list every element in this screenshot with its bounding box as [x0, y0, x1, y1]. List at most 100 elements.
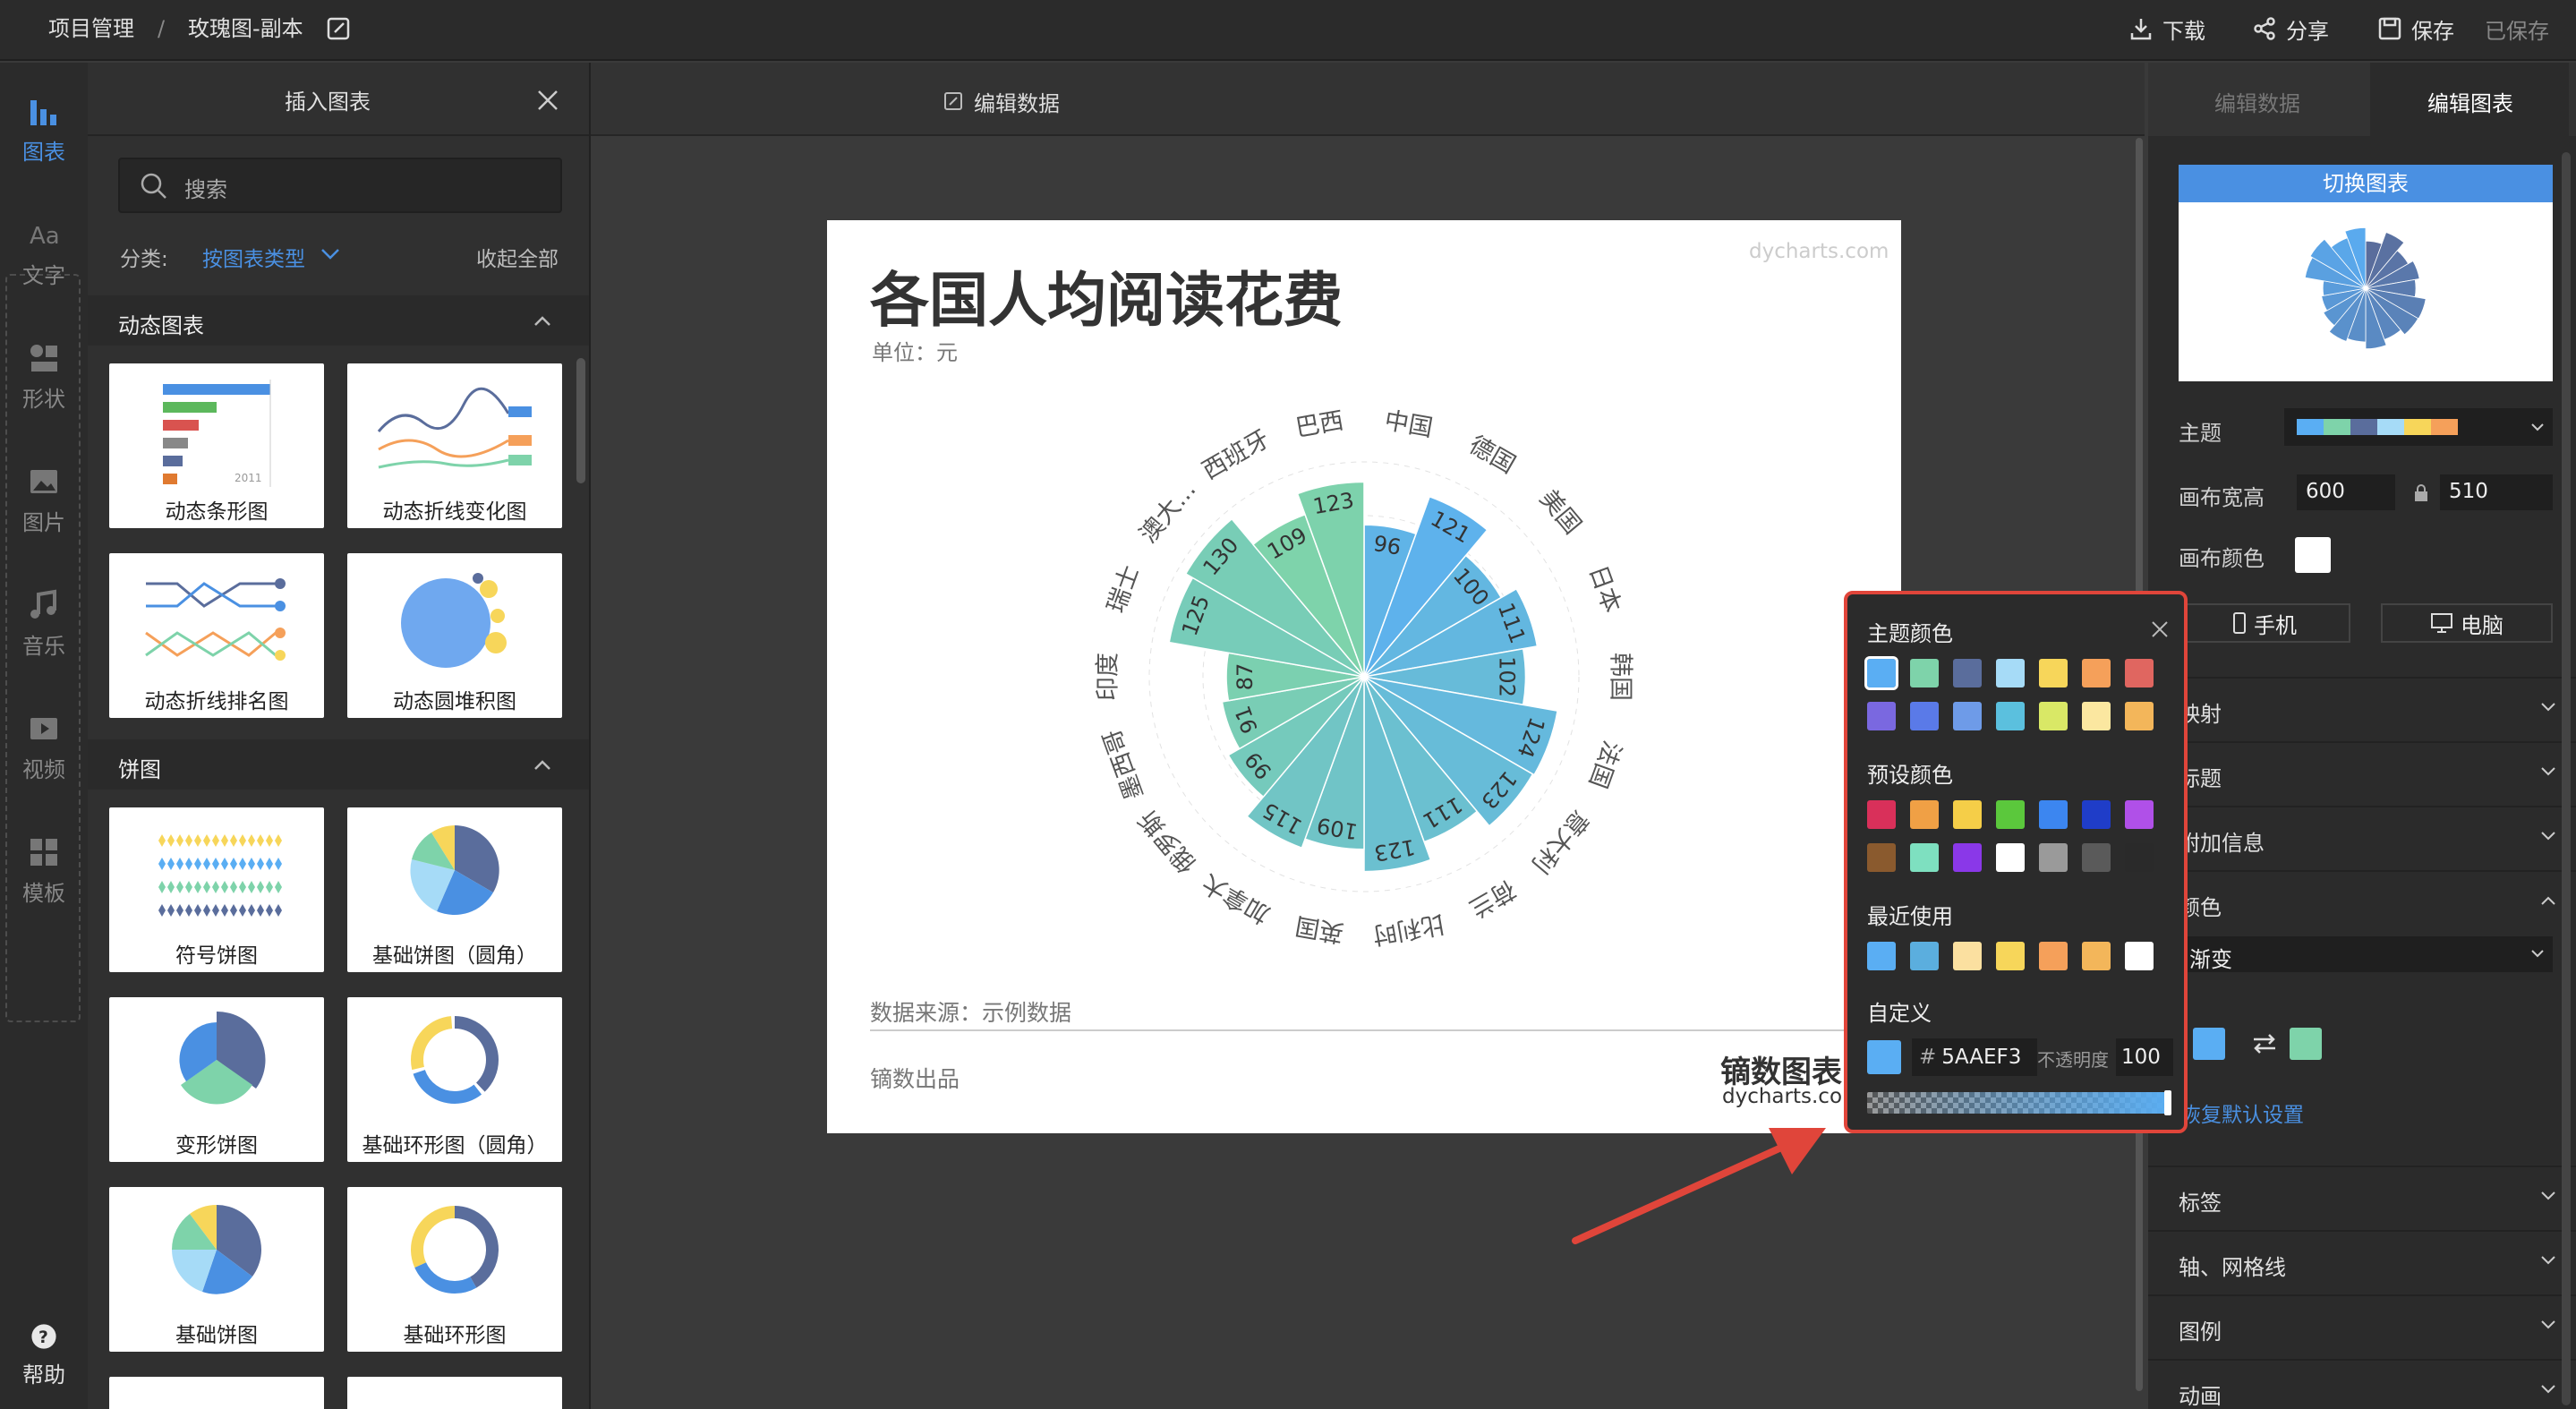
- preset-color-swatch[interactable]: [1867, 843, 1896, 872]
- preset-color-swatch[interactable]: [2039, 843, 2068, 872]
- theme-color-swatch[interactable]: [2039, 702, 2068, 730]
- tab-edit-data[interactable]: 编辑数据: [2214, 86, 2300, 117]
- theme-color-swatch[interactable]: [1910, 659, 1939, 687]
- preset-color-swatch[interactable]: [2039, 800, 2068, 829]
- switch-chart-preview[interactable]: 切换图表: [2179, 165, 2553, 381]
- theme-color-swatch[interactable]: [2039, 659, 2068, 687]
- chart-card-partial[interactable]: [347, 1377, 562, 1409]
- rail-item-music[interactable]: 音乐: [0, 573, 88, 671]
- preset-color-swatch[interactable]: [1953, 843, 1982, 872]
- preset-color-swatch[interactable]: [2125, 843, 2154, 872]
- chart-canvas[interactable]: 各国人均阅读花费 单位：元 dycharts.com 96 中国 121 德国 100 美…: [827, 220, 1901, 1133]
- recent-color-swatch[interactable]: [1996, 942, 2025, 970]
- section-animation[interactable]: 动画: [2148, 1361, 2576, 1409]
- canvas-height-input[interactable]: 510: [2440, 474, 2553, 510]
- save-button[interactable]: 保存: [2377, 13, 2454, 45]
- switch-chart-button[interactable]: 切换图表: [2179, 165, 2553, 202]
- section-labels[interactable]: 标签: [2148, 1167, 2576, 1232]
- breadcrumb-root[interactable]: 项目管理: [48, 13, 134, 45]
- chart-card-basic-pie[interactable]: 基础饼图: [109, 1187, 324, 1352]
- category-select[interactable]: 按图表类型: [202, 242, 305, 272]
- chart-title[interactable]: 各国人均阅读花费: [870, 252, 1343, 338]
- theme-color-swatch[interactable]: [2082, 659, 2111, 687]
- chart-footer[interactable]: 镝数出品: [870, 1062, 960, 1094]
- recent-color-swatch[interactable]: [2082, 942, 2111, 970]
- collapse-all-button[interactable]: 收起全部: [476, 242, 559, 272]
- chart-card-partial[interactable]: [109, 1377, 324, 1409]
- chart-source[interactable]: 数据来源：示例数据: [870, 995, 1071, 1028]
- theme-color-swatch[interactable]: [1864, 656, 1898, 690]
- theme-color-swatch[interactable]: [2125, 659, 2154, 687]
- recent-color-swatch[interactable]: [2125, 942, 2154, 970]
- opacity-slider[interactable]: [1867, 1090, 2171, 1115]
- rail-item-video[interactable]: 视频: [0, 696, 88, 795]
- preset-color-swatch[interactable]: [2125, 800, 2154, 829]
- share-button[interactable]: 分享: [2252, 13, 2329, 45]
- edit-name-icon[interactable]: [326, 16, 351, 41]
- chart-card-basic-pie-round[interactable]: 基础饼图（圆角）: [347, 807, 562, 972]
- hex-input[interactable]: #5AAEF3: [1912, 1038, 2037, 1076]
- recent-color-swatch[interactable]: [1867, 942, 1896, 970]
- rail-item-text[interactable]: Aa 文字: [0, 202, 88, 301]
- search-input[interactable]: 搜索: [184, 172, 227, 203]
- chart-card-deform-pie[interactable]: 变形饼图: [109, 997, 324, 1162]
- gradient-start-swatch[interactable]: [2193, 1028, 2225, 1060]
- reset-default-link[interactable]: 恢复默认设置: [2180, 1097, 2304, 1128]
- color-picker-popup[interactable]: 主题颜色 预设颜色 最近使用 自定义 #5AAEF3 不透明度 100: [1844, 591, 2188, 1133]
- chart-card-ring-round[interactable]: 基础环形图（圆角）: [347, 997, 562, 1162]
- theme-color-swatch[interactable]: [1910, 702, 1939, 730]
- theme-color-swatch[interactable]: [2125, 702, 2154, 730]
- theme-color-swatch[interactable]: [1996, 702, 2025, 730]
- preset-color-swatch[interactable]: [2082, 800, 2111, 829]
- preset-color-swatch[interactable]: [2082, 843, 2111, 872]
- canvas-color-swatch[interactable]: [2295, 537, 2331, 573]
- close-icon[interactable]: [2150, 619, 2170, 639]
- recent-color-swatch[interactable]: [2039, 942, 2068, 970]
- section-legend[interactable]: 图例: [2148, 1296, 2576, 1361]
- theme-color-swatch[interactable]: [2082, 702, 2111, 730]
- theme-color-swatch[interactable]: [1953, 659, 1982, 687]
- canvas-width-input[interactable]: 600: [2297, 474, 2395, 510]
- phone-button[interactable]: 手机: [2179, 603, 2350, 643]
- section-header-pie[interactable]: 饼图: [88, 739, 589, 790]
- rail-item-template[interactable]: 模板: [0, 820, 88, 918]
- theme-color-swatch[interactable]: [1953, 702, 1982, 730]
- chart-card-dynamic-line[interactable]: 动态折线变化图: [347, 363, 562, 528]
- preset-color-swatch[interactable]: [1996, 843, 2025, 872]
- section-header-dynamic[interactable]: 动态图表: [88, 295, 589, 346]
- section-mapping[interactable]: 映射: [2148, 679, 2576, 743]
- preset-color-swatch[interactable]: [1910, 843, 1939, 872]
- chart-card-symbol-pie[interactable]: 符号饼图: [109, 807, 324, 972]
- recent-color-swatch[interactable]: [1910, 942, 1939, 970]
- opacity-input[interactable]: 100: [2116, 1038, 2173, 1076]
- chart-card-basic-ring[interactable]: 基础环形图: [347, 1187, 562, 1352]
- preset-color-swatch[interactable]: [1996, 800, 2025, 829]
- chart-card-dynamic-rank[interactable]: 动态折线排名图: [109, 553, 324, 718]
- close-panel-icon[interactable]: [535, 88, 560, 113]
- preset-color-swatch[interactable]: [1867, 800, 1896, 829]
- help-button[interactable]: ? 帮助: [0, 1307, 88, 1405]
- custom-color-swatch[interactable]: [1867, 1040, 1901, 1074]
- section-extra-info[interactable]: 附加信息: [2148, 807, 2576, 872]
- chart-card-dynamic-circle[interactable]: 动态圆堆积图: [347, 553, 562, 718]
- chevron-down-icon[interactable]: [320, 247, 340, 261]
- desktop-button[interactable]: 电脑: [2381, 603, 2553, 643]
- edit-data-button[interactable]: 编辑数据: [974, 86, 1060, 117]
- preset-color-swatch[interactable]: [1910, 800, 1939, 829]
- rail-item-image[interactable]: 图片: [0, 449, 88, 548]
- rail-item-chart[interactable]: 图表: [0, 79, 88, 177]
- theme-color-swatch[interactable]: [1867, 702, 1896, 730]
- preset-color-swatch[interactable]: [1953, 800, 1982, 829]
- color-mode-select[interactable]: 渐变: [2179, 936, 2553, 972]
- tab-edit-chart[interactable]: 编辑图表: [2370, 63, 2569, 136]
- download-button[interactable]: 下载: [2128, 13, 2205, 45]
- opacity-slider-handle[interactable]: [2164, 1090, 2171, 1115]
- section-color[interactable]: 颜色: [2148, 872, 2576, 936]
- right-scrollbar[interactable]: [2562, 152, 2571, 1405]
- rail-item-shape[interactable]: 形状: [0, 326, 88, 424]
- theme-select[interactable]: [2284, 408, 2553, 446]
- panel-scrollbar[interactable]: [576, 358, 585, 483]
- recent-color-swatch[interactable]: [1953, 942, 1982, 970]
- section-axis-grid[interactable]: 轴、网格线: [2148, 1232, 2576, 1296]
- chart-unit[interactable]: 单位：元: [872, 335, 958, 366]
